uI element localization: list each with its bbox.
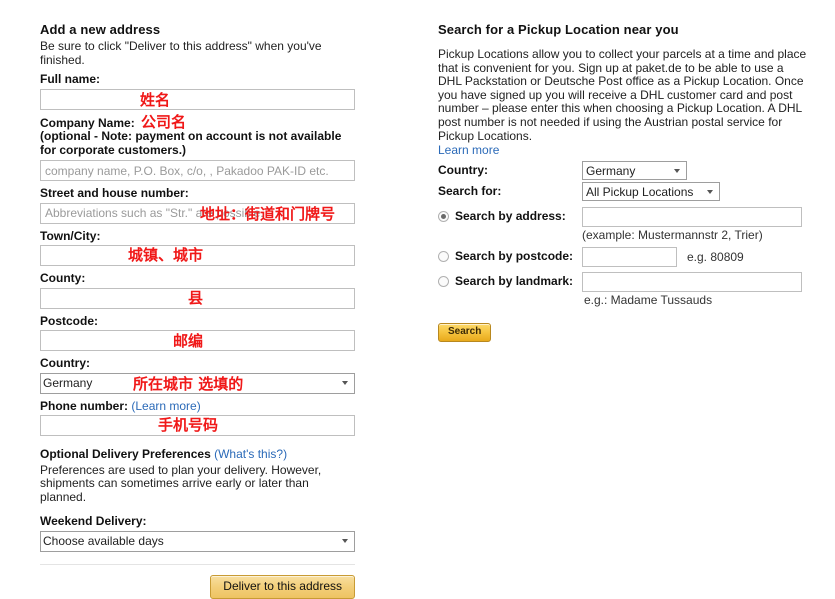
page-title: Add a new address <box>40 22 161 37</box>
search-by-address-input[interactable] <box>582 207 802 228</box>
search-by-postcode-row: Search by postcode: e.g. 80809 <box>438 247 810 268</box>
phone-number-label-text: Phone number: <box>40 398 129 413</box>
company-name-note: (optional - Note: payment on account is … <box>40 129 342 157</box>
country-select-wrapper[interactable]: Germany <box>40 372 355 394</box>
county-input[interactable] <box>40 287 355 309</box>
pickup-search-button[interactable]: Search <box>438 323 492 343</box>
country-select[interactable]: Germany <box>40 372 355 394</box>
weekend-delivery-select[interactable]: Choose available days <box>40 530 355 552</box>
pickup-search-description: Pickup Locations allow you to collect yo… <box>438 47 807 143</box>
search-by-postcode-input[interactable] <box>582 247 677 268</box>
page-root: Add a new address Be sure to click "Deli… <box>0 0 835 599</box>
search-by-address-field-group: (example: Mustermannstr 2, Trier) <box>582 207 802 242</box>
street-input[interactable] <box>40 202 355 224</box>
county-label: County: <box>40 271 86 286</box>
search-by-address-radio[interactable] <box>438 210 449 222</box>
pickup-search-for-row: Search for: All Pickup Locations <box>438 182 810 202</box>
search-by-landmark-field-group: e.g.: Madame Tussauds <box>582 272 802 307</box>
form-intro-text: Be sure to click "Deliver to this addres… <box>40 39 322 67</box>
phone-number-input[interactable] <box>40 415 355 437</box>
search-by-landmark-example: e.g.: Madame Tussauds <box>584 293 713 308</box>
deliver-to-this-address-button[interactable]: Deliver to this address <box>210 574 355 599</box>
delivery-preferences-title: Optional Delivery Preferences <box>40 447 211 462</box>
phone-number-label: Phone number: (Learn more) <box>40 398 355 414</box>
weekend-delivery-label: Weekend Delivery: <box>40 514 147 529</box>
search-by-postcode-radio[interactable] <box>438 250 449 262</box>
search-by-landmark-input[interactable] <box>582 272 802 293</box>
pickup-search-button-row: Search <box>438 323 810 343</box>
search-by-landmark-radio[interactable] <box>438 275 449 287</box>
town-city-input[interactable] <box>40 245 355 267</box>
pickup-search-for-select[interactable]: All Pickup Locations <box>582 182 720 202</box>
pickup-country-label: Country: <box>438 163 488 178</box>
town-city-label: Town/City: <box>40 228 101 243</box>
full-name-input[interactable] <box>40 88 355 110</box>
phone-learn-more-link[interactable]: (Learn more) <box>131 399 200 413</box>
search-by-landmark-label: Search by landmark: <box>455 274 574 289</box>
full-name-label: Full name: <box>40 72 101 87</box>
search-by-address-example: (example: Mustermannstr 2, Trier) <box>582 228 763 243</box>
street-label: Street and house number: <box>40 186 189 201</box>
pickup-country-select-wrapper[interactable]: Germany <box>582 161 687 181</box>
postcode-label: Postcode: <box>40 313 99 328</box>
company-name-label: Company Name: <box>40 115 135 130</box>
search-by-postcode-label: Search by postcode: <box>455 249 574 264</box>
search-by-address-label: Search by address: <box>455 209 566 224</box>
add-address-form: Add a new address Be sure to click "Deli… <box>40 22 355 599</box>
pickup-search-title: Search for a Pickup Location near you <box>438 22 679 37</box>
pickup-search-for-label: Search for: <box>438 184 502 199</box>
delivery-preferences-heading: Optional Delivery Preferences (What's th… <box>40 447 355 462</box>
weekend-delivery-select-wrapper[interactable]: Choose available days <box>40 530 355 552</box>
country-label: Country: <box>40 356 90 371</box>
search-by-postcode-example: e.g. 80809 <box>687 250 744 265</box>
search-by-postcode-label-group[interactable]: Search by postcode: <box>438 247 582 265</box>
search-by-landmark-row: Search by landmark: e.g.: Madame Tussaud… <box>438 272 810 307</box>
search-by-postcode-field-group: e.g. 80809 <box>582 247 744 268</box>
company-name-input[interactable] <box>40 160 355 182</box>
search-by-address-label-group[interactable]: Search by address: <box>438 207 582 225</box>
pickup-country-select[interactable]: Germany <box>582 161 687 181</box>
postcode-input[interactable] <box>40 330 355 352</box>
pickup-learn-more-link[interactable]: Learn more <box>438 143 499 157</box>
pickup-search-for-select-wrapper[interactable]: All Pickup Locations <box>582 182 720 202</box>
pickup-location-search-panel: Search for a Pickup Location near you Pi… <box>438 22 810 343</box>
form-divider <box>40 563 355 565</box>
delivery-preferences-description: Preferences are used to plan your delive… <box>40 462 322 504</box>
search-by-address-row: Search by address: (example: Mustermanns… <box>438 207 810 242</box>
deliver-button-row: Deliver to this address <box>40 574 355 599</box>
search-by-landmark-label-group[interactable]: Search by landmark: <box>438 272 582 290</box>
delivery-preferences-whats-this-link[interactable]: (What's this?) <box>214 447 287 461</box>
pickup-country-row: Country: Germany <box>438 161 810 181</box>
